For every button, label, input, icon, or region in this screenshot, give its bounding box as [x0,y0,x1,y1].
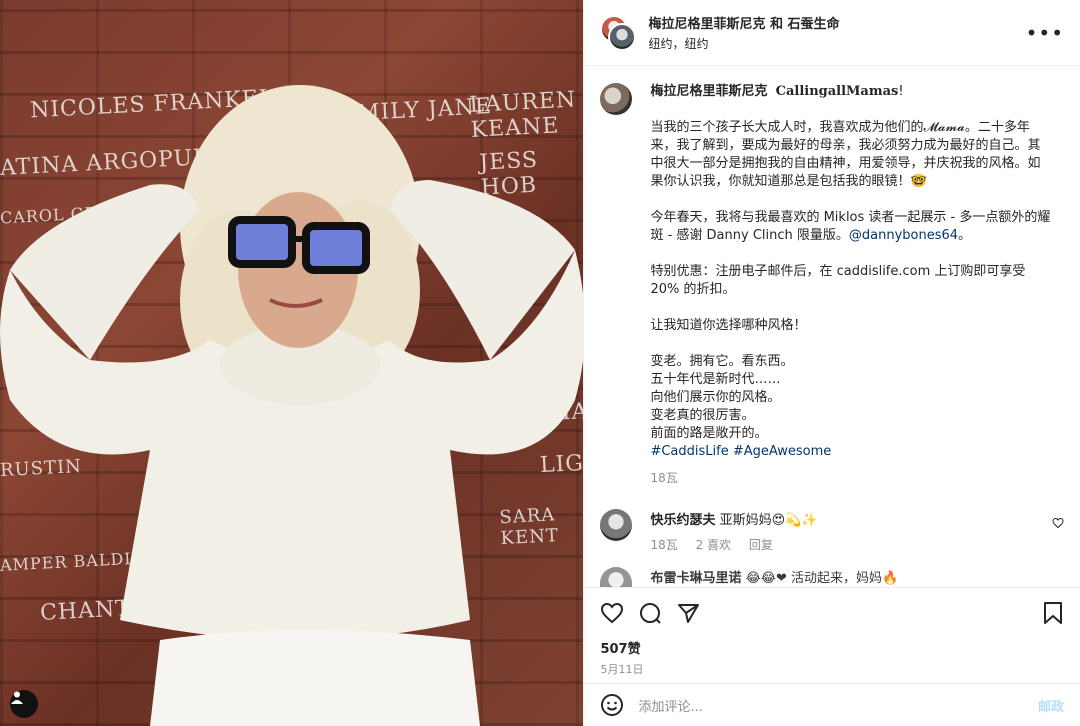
caption-lines: 变老。拥有它。看东西。 五十年代是新时代…… 向他们展示你的风格。 变老真的很厉… [650,353,1050,443]
post-header: 梅拉尼格里菲斯尼克 和 石蚕生命 纽约，纽约 ••• [584,0,1080,66]
comment-username[interactable]: 快乐约瑟夫 [650,513,715,528]
caption: 梅拉尼格里菲斯尼克 CallingallMamas! 当我的三个孩子长大成人时，… [584,67,1080,487]
like-count[interactable]: 507赞 [584,626,1080,657]
comment-input[interactable]: 添加评论... [638,696,1038,715]
caption-line: 变老。拥有它。看东西。 [650,354,794,369]
heart-icon [1052,517,1064,529]
comment-icon[interactable] [638,601,662,625]
comment: 布雷卡琳马里诺 😂😂❤ 活动起来，妈妈🔥 [584,553,1080,588]
avatar[interactable] [600,83,633,115]
comment-likes[interactable]: 2 喜欢 [696,538,731,552]
comment-like-button[interactable] [1052,517,1064,553]
woman-figure [0,85,584,726]
avatar[interactable] [600,567,633,588]
comment: 快乐约瑟夫 亚斯妈妈😍💫✨ 18瓦 2 喜欢 回复 [584,487,1080,553]
caption-paragraph: 让我知道你选择哪种风格！ [650,318,807,333]
bookmark-icon[interactable] [1042,601,1064,625]
post-button[interactable]: 邮政 [1038,696,1064,715]
caption-line: 变老真的很厉害。 [650,408,755,423]
post-date: 5月11日 [600,663,644,676]
like-heart-icon[interactable] [600,601,624,625]
caption-exclamation: ! [898,84,904,99]
emoji-icon[interactable] [600,693,624,717]
caption-time: 18瓦 [650,471,678,485]
post-viewer: NICOLES FRANKEL EMILY JANE LAUREN KEANE … [0,0,1080,726]
caption-line: 前面的路是敞开的。 [650,426,768,441]
caption-username[interactable]: 梅拉尼格里菲斯尼克 [650,84,767,99]
caption-line: 向他们展示你的风格。 [650,390,781,405]
comment-text: 😂😂❤ 活动起来，妈妈🔥 [745,571,899,586]
add-comment-bar: 添加评论... 邮政 [584,683,1080,726]
avatar[interactable] [600,509,633,541]
share-icon[interactable] [676,601,700,625]
post-location[interactable]: 纽约，纽约 [648,35,1025,52]
caption-text: 。 [958,228,972,243]
hashtags[interactable]: #CaddisLife #AgeAwesome [650,443,1050,461]
comment-time: 18瓦 [650,538,678,552]
tagged-user-button[interactable] [10,690,38,718]
caption-line: 五十年代是新时代…… [650,372,781,387]
caption-paragraph: 今年春天，我将与我最喜欢的 Miklos 读者一起展示 - 多一点额外的耀斑 -… [650,209,1050,245]
comment-text: 亚斯妈妈😍💫✨ [719,513,818,528]
post-footer: 507赞 5月11日 添加评论... 邮政 [584,587,1080,726]
avatar [608,22,637,51]
mention-link[interactable]: @dannybones64 [849,228,958,243]
collab-avatars[interactable] [600,14,637,51]
caption-paragraph: 特别优惠：注册电子邮件后，在 caddislife.com 上订购即可享受 20… [650,264,1026,297]
more-options-button[interactable]: ••• [1026,21,1064,45]
reply-button[interactable]: 回复 [749,538,773,552]
caption-paragraph: 当我的三个孩子长大成人时，我喜欢成为他们的𝓜𝓪𝓶𝓪。二十多年来，我了解到，要成为… [650,120,1041,189]
post-panel: 梅拉尼格里菲斯尼克 和 石蚕生命 纽约，纽约 ••• 梅拉尼格里菲斯尼克 Cal… [583,0,1080,726]
caption-brand: CallingallMamas [775,84,899,99]
comment-username[interactable]: 布雷卡琳马里诺 [650,571,741,586]
user-icon [11,691,23,704]
comments-area[interactable]: 梅拉尼格里菲斯尼克 CallingallMamas! 当我的三个孩子长大成人时，… [584,67,1080,588]
post-authors[interactable]: 梅拉尼格里菲斯尼克 和 石蚕生命 [648,13,1025,32]
post-photo[interactable]: NICOLES FRANKEL EMILY JANE LAUREN KEANE … [0,0,584,726]
